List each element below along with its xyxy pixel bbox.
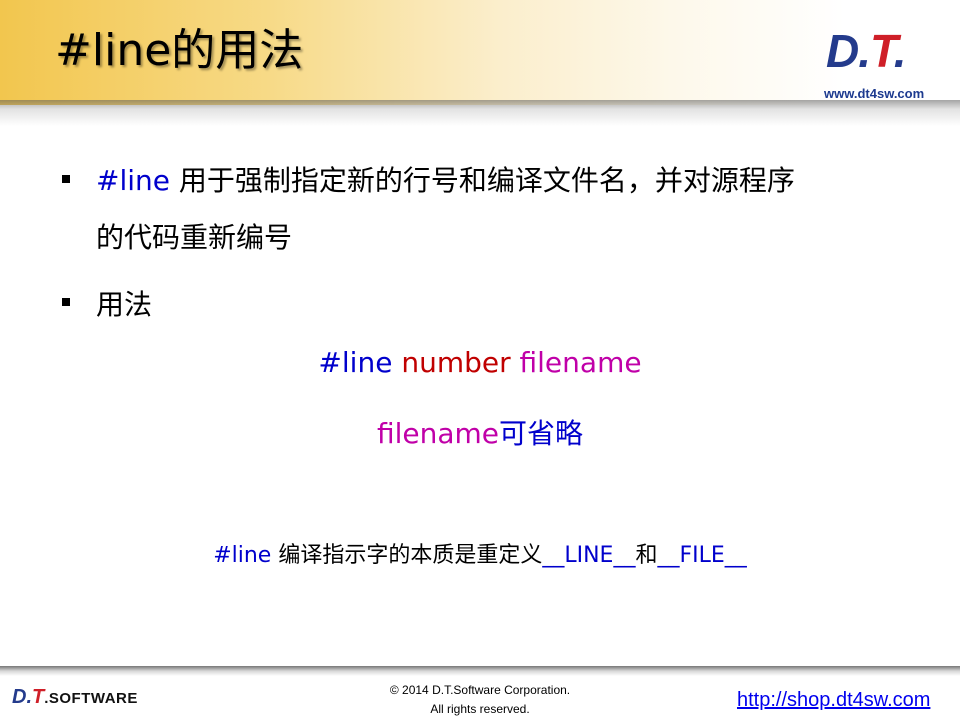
site-url: www.dt4sw.com (824, 86, 925, 101)
note-directive: #line (213, 543, 272, 568)
usage-syntax: #line number filename (0, 346, 960, 379)
usage-number: number (401, 346, 511, 379)
dt-logo: D.T. (826, 22, 946, 80)
usage-optional-text: 可省略 (499, 417, 584, 450)
bullet-marker-2 (62, 298, 70, 306)
note-macro-line: __LINE__ (542, 543, 636, 568)
bullet-2-text: 用法 (96, 288, 153, 321)
note-macro-file: __FILE__ (657, 543, 747, 568)
shop-link[interactable]: http://shop.dt4sw.com (737, 689, 930, 712)
usage-directive: #line (318, 346, 393, 379)
logo-letter-t: T (870, 25, 895, 77)
footer-divider (0, 666, 960, 676)
bullet-1-line-2: 的代码重新编号 (96, 221, 293, 254)
bullet-1-keyword: #line (96, 164, 170, 197)
usage-filename: filename (519, 346, 642, 379)
line-directive-note: #line 编译指示字的本质是重定义__LINE__和__FILE__ (0, 537, 960, 569)
logo-dot-2: . (893, 25, 907, 77)
logo-dot-1: . (858, 25, 871, 77)
bullet-marker-1 (62, 175, 70, 183)
header-divider (0, 100, 960, 126)
bullet-1-text: 用于强制指定新的行号和编译文件名，并对源程序 (170, 164, 795, 197)
note-text: 编译指示字的本质是重定义 (271, 543, 543, 568)
usage-optional-name: filename (376, 417, 500, 450)
logo-letter-d: D (826, 25, 859, 77)
usage-optional-note: filename可省略 (0, 412, 960, 452)
note-joiner: 和 (635, 543, 658, 568)
slide-title: #line的用法 (55, 25, 304, 76)
bullet-1-line-1: #line 用于强制指定新的行号和编译文件名，并对源程序 (96, 159, 795, 199)
